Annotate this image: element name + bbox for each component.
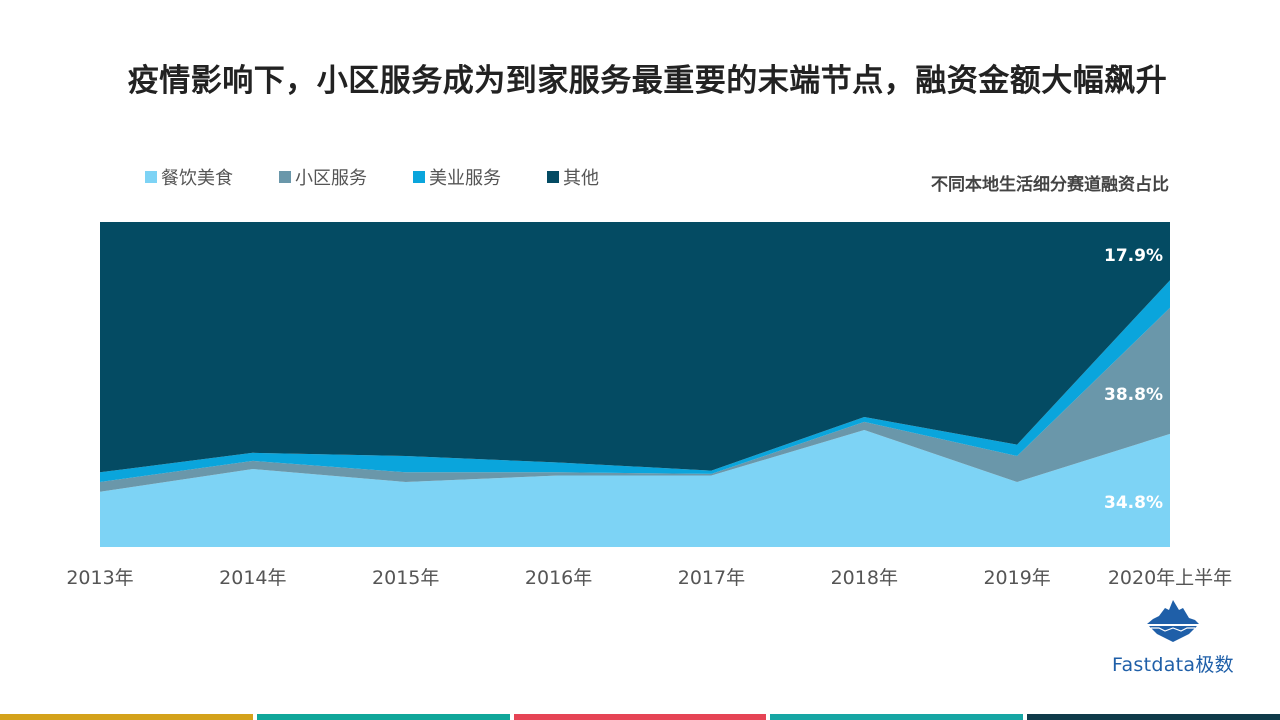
x-tick-label: 2019年 [983, 567, 1050, 589]
data-label: 34.8% [1104, 493, 1163, 513]
bottom-bar-segment-1 [0, 714, 253, 720]
x-tick-label: 2015年 [372, 567, 439, 589]
x-tick-label: 2013年 [66, 567, 133, 589]
bottom-bar-segment-5 [1027, 714, 1280, 720]
x-tick-label: 2017年 [678, 567, 745, 589]
area-series-other [100, 222, 1170, 473]
bottom-bar-segment-3 [513, 714, 767, 720]
bottom-bar-segment-4 [770, 714, 1024, 720]
page: 疫情影响下，小区服务成为到家服务最重要的末端节点，融资金额大幅飙升 餐饮美食 小… [0, 0, 1280, 720]
x-tick-label: 2018年 [831, 567, 898, 589]
x-tick-label: 2014年 [219, 567, 286, 589]
x-tick-label: 2016年 [525, 567, 592, 589]
bottom-color-bar [0, 714, 1280, 720]
data-label: 38.8% [1104, 385, 1163, 405]
x-tick-label: 2020年上半年 [1108, 567, 1232, 589]
stacked-area-chart: 2013年 2014年 2015年 2016年 2017年 2018年 2019年 2020年… [66, 222, 1232, 589]
data-label: 17.9% [1104, 246, 1163, 266]
brand-logo: Fastdata极数 [1103, 598, 1243, 677]
bottom-bar-segment-2 [256, 714, 510, 720]
iceberg-icon [1147, 600, 1199, 642]
logo-text: Fastdata极数 [1112, 654, 1234, 676]
